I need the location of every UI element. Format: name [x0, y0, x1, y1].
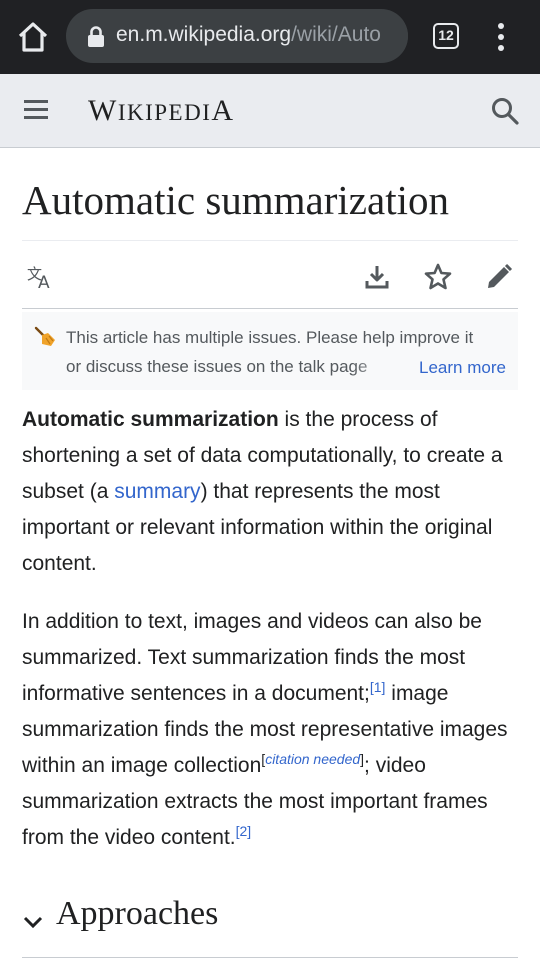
hamburger-menu-icon[interactable] [24, 100, 48, 120]
lock-icon [88, 26, 104, 47]
paragraph-scope: In addition to text, images and videos c… [22, 604, 522, 856]
issues-text-fade [352, 352, 412, 382]
page-actions: 文 A [22, 248, 518, 309]
address-bar[interactable]: en.m.wikipedia.org/wiki/Auto [66, 9, 408, 63]
learn-more-link[interactable]: Learn more [417, 353, 506, 382]
paragraph-intro: Automatic summarization is the process o… [22, 402, 522, 582]
chevron-down-icon [23, 916, 43, 929]
wikipedia-wordmark[interactable]: WIKIPEDIA [88, 94, 235, 128]
reference-link-2[interactable]: [2] [236, 823, 252, 839]
overflow-menu-icon[interactable] [493, 21, 509, 53]
bold-term: Automatic summarization [22, 408, 279, 431]
url-text: en.m.wikipedia.org/wiki/Auto [116, 23, 381, 47]
home-icon[interactable] [16, 20, 50, 54]
citation-needed-link[interactable]: citation needed [265, 751, 360, 767]
wordmark-w: W [88, 94, 118, 127]
edit-pencil-icon[interactable] [484, 262, 514, 292]
section-heading: Approaches [56, 895, 219, 932]
url-fade [378, 9, 408, 63]
wordmark-a: A [211, 94, 235, 127]
page-title: Automatic summarization [22, 177, 449, 223]
browser-toolbar: en.m.wikipedia.org/wiki/Auto 12 [0, 0, 540, 74]
language-icon[interactable]: 文 A [26, 262, 56, 292]
wikipedia-header: WIKIPEDIA [0, 74, 540, 148]
download-icon[interactable] [362, 262, 392, 292]
section-approaches[interactable]: Approaches [22, 893, 518, 958]
summary-link[interactable]: summary [114, 480, 200, 503]
wordmark-middle: IKIPEDI [117, 100, 212, 125]
url-path: /wiki/Auto [291, 23, 381, 46]
url-host: en.m.wikipedia.org [116, 23, 292, 46]
svg-text:A: A [38, 273, 50, 292]
tab-switcher-icon[interactable]: 12 [433, 23, 459, 49]
watch-star-icon[interactable] [423, 262, 453, 292]
issues-notice[interactable]: This article has multiple issues. Please… [22, 312, 518, 390]
reference-link-1[interactable]: [1] [370, 679, 386, 695]
title-divider [22, 240, 518, 241]
search-icon[interactable] [490, 96, 520, 126]
broom-icon [34, 326, 55, 346]
